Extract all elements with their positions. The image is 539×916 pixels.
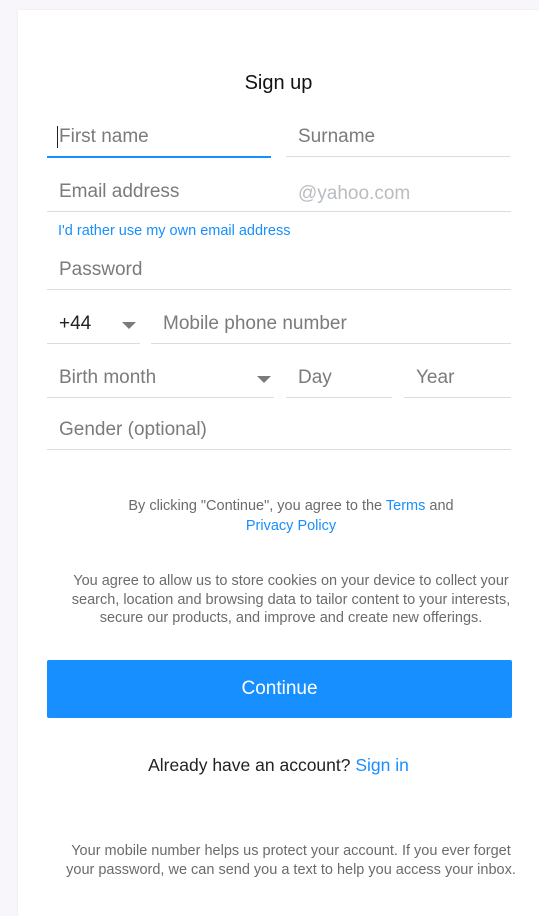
signup-card: Sign up First name Surname Email address… xyxy=(18,10,539,916)
continue-button[interactable]: Continue xyxy=(47,660,512,718)
own-email-link[interactable]: I'd rather use my own email address xyxy=(58,223,290,239)
cookies-notice: You agree to allow us to store cookies o… xyxy=(71,573,511,626)
mobile-phone-field[interactable]: Mobile phone number xyxy=(151,305,511,344)
already-account-text: Already have an account? Sign in xyxy=(18,755,539,776)
page-title: Sign up xyxy=(244,72,313,94)
country-code-value: +44 xyxy=(59,313,92,334)
chevron-down-icon xyxy=(122,322,136,329)
terms-and: and xyxy=(425,498,454,514)
mobile-number-notice: Your mobile number helps us protect your… xyxy=(66,843,516,878)
already-account-label: Already have an account? xyxy=(148,755,356,775)
surname-placeholder: Surname xyxy=(298,126,376,147)
sign-in-link[interactable]: Sign in xyxy=(355,755,409,775)
gender-placeholder: Gender (optional) xyxy=(59,419,207,440)
terms-prefix: By clicking "Continue", you agree to the xyxy=(128,498,386,514)
gender-field[interactable]: Gender (optional) xyxy=(47,411,511,450)
year-field[interactable]: Year xyxy=(404,359,511,398)
password-field[interactable]: Password xyxy=(47,251,511,290)
birth-month-select[interactable]: Birth month xyxy=(47,359,274,398)
country-code-select[interactable]: +44 xyxy=(47,305,140,344)
email-placeholder: Email address xyxy=(59,181,180,202)
first-name-placeholder: First name xyxy=(59,126,149,147)
chevron-down-icon xyxy=(257,376,271,383)
birth-month-placeholder: Birth month xyxy=(59,367,157,388)
terms-text: By clicking "Continue", you agree to the… xyxy=(58,496,524,536)
terms-link[interactable]: Terms xyxy=(386,498,425,514)
day-field[interactable]: Day xyxy=(286,359,392,398)
email-domain-suffix: @yahoo.com xyxy=(298,183,411,204)
email-field[interactable]: Email address @yahoo.com xyxy=(47,173,511,212)
day-placeholder: Day xyxy=(298,367,332,388)
surname-field[interactable]: Surname xyxy=(286,118,510,157)
first-name-field[interactable]: First name xyxy=(47,118,271,158)
text-cursor xyxy=(57,126,58,148)
year-placeholder: Year xyxy=(416,367,455,388)
password-placeholder: Password xyxy=(59,259,143,280)
mobile-placeholder: Mobile phone number xyxy=(163,313,347,334)
privacy-policy-link[interactable]: Privacy Policy xyxy=(246,518,336,534)
